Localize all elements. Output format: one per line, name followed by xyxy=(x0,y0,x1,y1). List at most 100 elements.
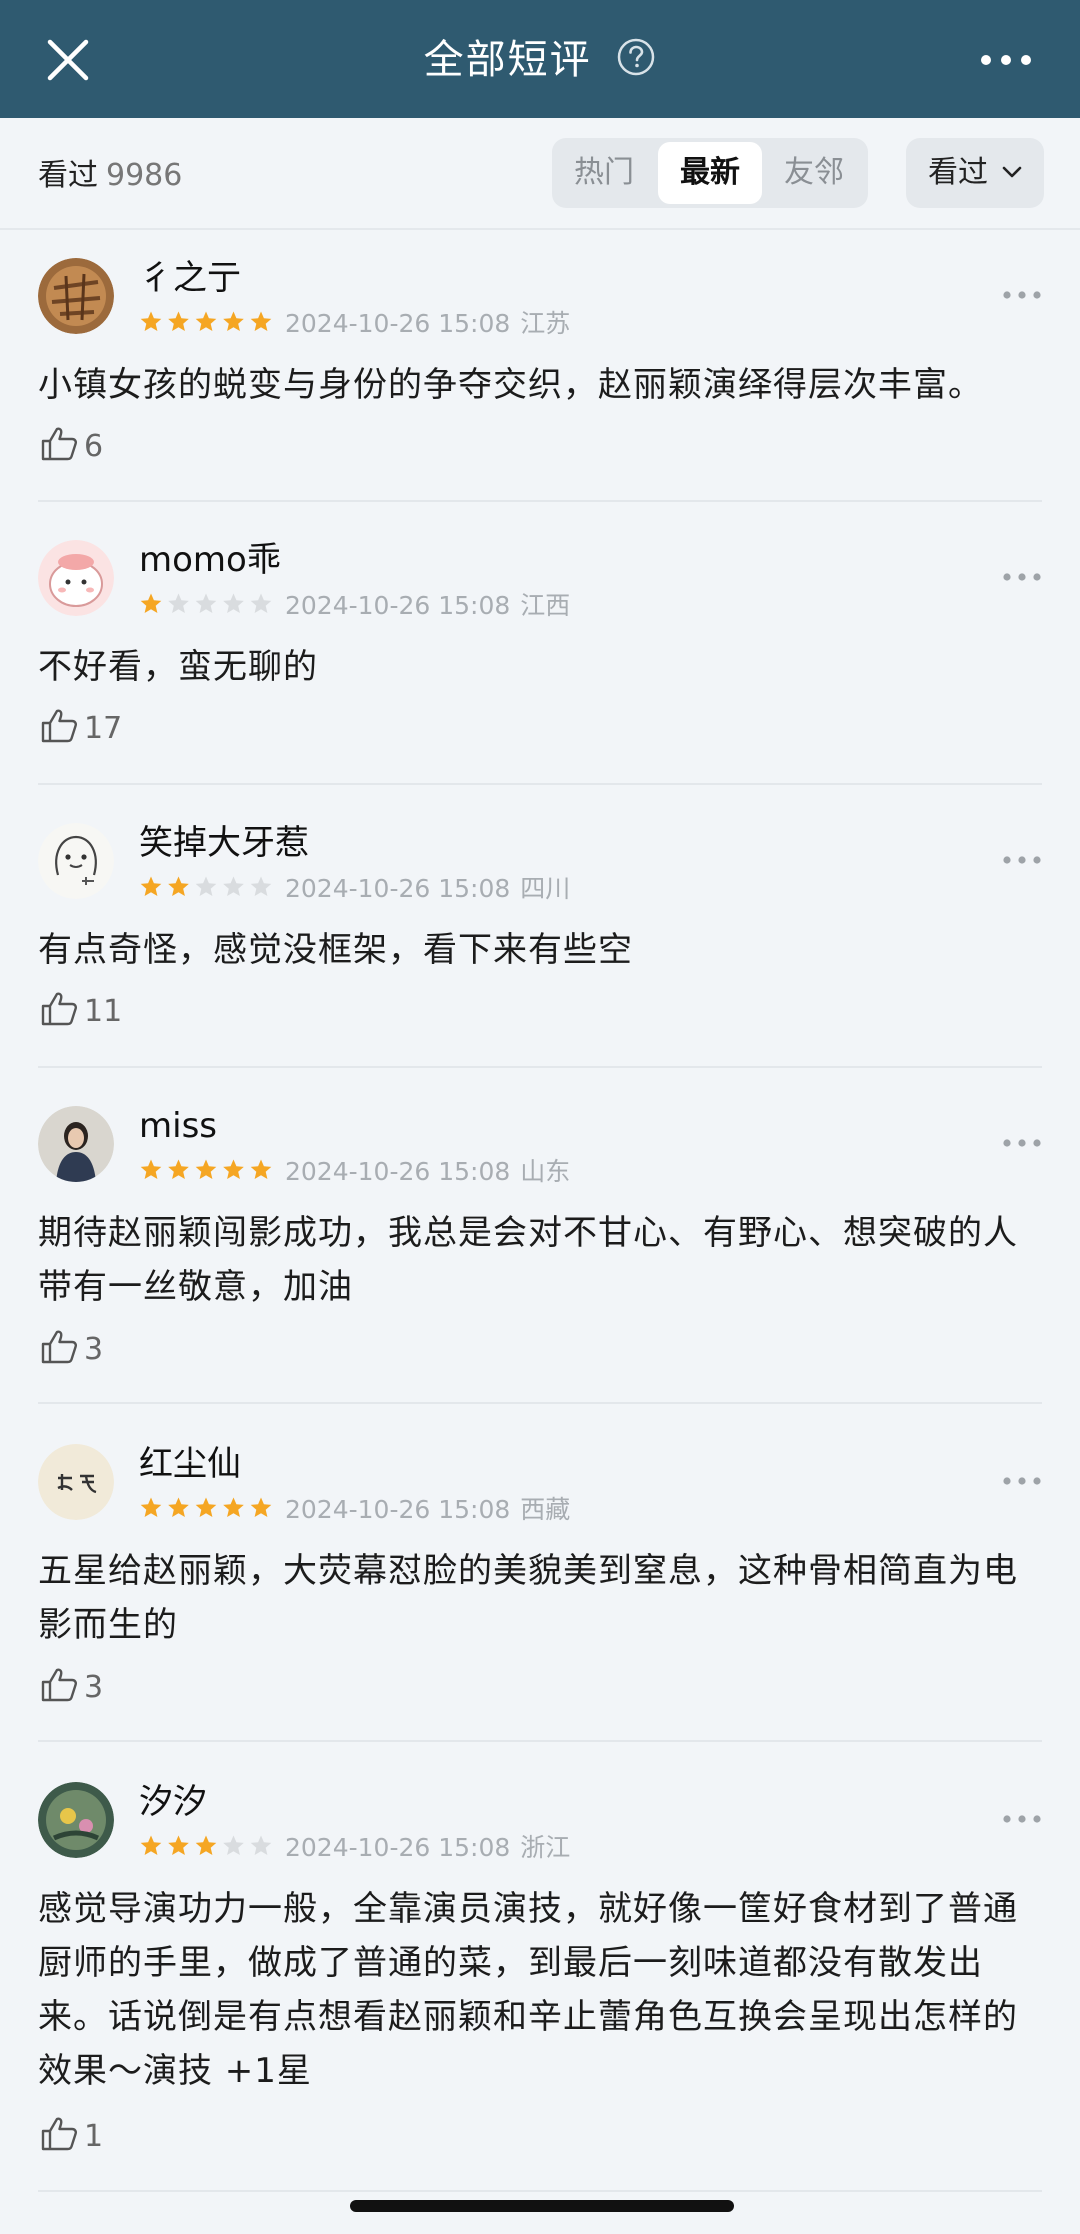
star-filled-icon xyxy=(223,1497,244,1517)
like-count: 6 xyxy=(84,429,104,464)
star-filled-icon xyxy=(168,1159,189,1179)
user-name[interactable]: miss xyxy=(139,1104,217,1148)
like-count: 3 xyxy=(84,1670,104,1705)
star-rating xyxy=(139,1833,275,1867)
more-icon[interactable] xyxy=(978,52,1034,68)
star-filled-icon xyxy=(195,1835,217,1855)
star-empty-icon xyxy=(168,593,189,613)
star-empty-icon xyxy=(223,1835,244,1855)
stars-icon xyxy=(140,1835,272,1855)
tab-latest[interactable]: 最新 xyxy=(658,142,762,204)
star-filled-icon xyxy=(140,1835,162,1855)
star-empty-icon xyxy=(250,593,272,613)
stars-icon xyxy=(140,1497,272,1517)
stars-icon xyxy=(140,593,272,613)
like-button[interactable]: 17 xyxy=(40,708,122,748)
avatar[interactable] xyxy=(38,1444,114,1520)
divider xyxy=(38,1740,1042,1742)
comment-meta: 2024-10-26 15:08 江西 xyxy=(139,590,570,622)
comment-text: 小镇女孩的蜕变与身份的争夺交织，赵丽颖演绎得层次丰富。 xyxy=(38,365,983,405)
user-name[interactable]: 笑掉大牙惹 xyxy=(139,821,309,865)
comment-item: 红尘仙 2024-10-26 15:08 西藏 五星给赵丽颖，大荧幕怼脸的美貌美到… xyxy=(0,1418,1080,1756)
home-indicator xyxy=(350,2200,734,2212)
star-filled-icon xyxy=(140,876,162,896)
divider xyxy=(38,783,1042,785)
star-filled-icon xyxy=(195,1497,217,1517)
tab-hot[interactable]: 热门 xyxy=(552,138,656,208)
comment-location: 山东 xyxy=(520,1157,571,1186)
star-filled-icon xyxy=(250,1159,272,1179)
star-empty-icon xyxy=(250,1835,272,1855)
comment-meta: 2024-10-26 15:08 西藏 xyxy=(139,1494,570,1526)
comment-meta: 2024-10-26 15:08 山东 xyxy=(139,1156,570,1188)
comment-time: 2024-10-26 15:08 xyxy=(285,309,511,338)
more-options-icon[interactable] xyxy=(1002,1814,1042,1824)
more-options-icon[interactable] xyxy=(1002,572,1042,582)
watched-number: 9986 xyxy=(106,158,183,193)
avatar[interactable] xyxy=(38,1106,114,1182)
comment-meta: 2024-10-26 15:08 浙江 xyxy=(139,1832,570,1864)
star-filled-icon xyxy=(223,1159,244,1179)
like-button[interactable]: 11 xyxy=(40,991,122,1031)
star-empty-icon xyxy=(250,876,272,896)
comment-location: 浙江 xyxy=(520,1833,571,1862)
more-options-icon[interactable] xyxy=(1002,290,1042,300)
star-filled-icon xyxy=(168,1835,189,1855)
like-count: 1 xyxy=(84,2119,104,2154)
star-filled-icon xyxy=(140,311,162,331)
user-name[interactable]: 汐汐 xyxy=(139,1780,207,1824)
star-rating xyxy=(139,309,275,343)
star-filled-icon xyxy=(250,311,272,331)
more-options-icon[interactable] xyxy=(1002,1138,1042,1148)
star-filled-icon xyxy=(223,311,244,331)
comment-time: 2024-10-26 15:08 xyxy=(285,874,511,903)
star-empty-icon xyxy=(223,876,244,896)
star-filled-icon xyxy=(250,1497,272,1517)
avatar[interactable] xyxy=(38,1782,114,1858)
status-dropdown-label: 看过 xyxy=(928,155,988,190)
navigation-bar: 全部短评 xyxy=(0,0,1080,118)
like-button[interactable]: 3 xyxy=(40,1329,103,1369)
star-empty-icon xyxy=(195,876,217,896)
comment-time: 2024-10-26 15:08 xyxy=(285,1157,511,1186)
more-options-icon[interactable] xyxy=(1002,855,1042,865)
comment-time: 2024-10-26 15:08 xyxy=(285,1833,511,1862)
tab-friends[interactable]: 友邻 xyxy=(762,138,866,208)
more-options-icon[interactable] xyxy=(1002,1476,1042,1486)
avatar[interactable] xyxy=(38,258,114,334)
page-title: 全部短评 xyxy=(423,37,592,83)
like-count: 11 xyxy=(84,994,123,1029)
watched-label: 看过 xyxy=(38,158,98,193)
star-filled-icon xyxy=(195,1159,217,1179)
user-name[interactable]: momo乖 xyxy=(139,538,281,582)
comment-meta: 2024-10-26 15:08 江苏 xyxy=(139,308,570,340)
thumbs-up-icon xyxy=(41,2117,77,2151)
stars-icon xyxy=(140,1159,272,1179)
like-count: 17 xyxy=(84,711,123,746)
star-rating xyxy=(139,1495,275,1529)
like-button[interactable]: 3 xyxy=(40,1667,103,1707)
comment-location: 江苏 xyxy=(520,309,571,338)
avatar[interactable] xyxy=(38,540,114,616)
star-filled-icon xyxy=(168,1497,189,1517)
comment-location: 四川 xyxy=(520,874,571,903)
like-button[interactable]: 1 xyxy=(40,2116,103,2156)
user-name[interactable]: 彳之亍 xyxy=(139,256,241,300)
star-filled-icon xyxy=(168,311,189,331)
avatar[interactable] xyxy=(38,823,114,899)
divider xyxy=(38,1066,1042,1068)
watched-count: 看过 9986 xyxy=(38,156,182,196)
comment-item: 汐汐 2024-10-26 15:08 浙江 感觉导演功力一般，全靠演员演技，就好… xyxy=(0,1756,1080,2216)
stars-icon xyxy=(140,876,272,896)
comment-item: 彳之亍 2024-10-26 15:08 江苏 小镇女孩的蜕变与身份的争夺交织，赵… xyxy=(0,232,1080,514)
comment-time: 2024-10-26 15:08 xyxy=(285,1495,511,1524)
thumbs-up-icon xyxy=(41,709,77,743)
question-circle-icon[interactable] xyxy=(616,37,656,77)
user-name[interactable]: 红尘仙 xyxy=(139,1442,241,1486)
thumbs-up-icon xyxy=(41,1330,77,1364)
star-rating xyxy=(139,591,275,625)
comment-item: 笑掉大牙惹 2024-10-26 15:08 四川 有点奇怪，感觉没框架，看下来有… xyxy=(0,797,1080,1080)
thumbs-up-icon xyxy=(41,992,77,1026)
like-button[interactable]: 6 xyxy=(40,426,103,466)
status-dropdown[interactable]: 看过 xyxy=(906,138,1044,208)
